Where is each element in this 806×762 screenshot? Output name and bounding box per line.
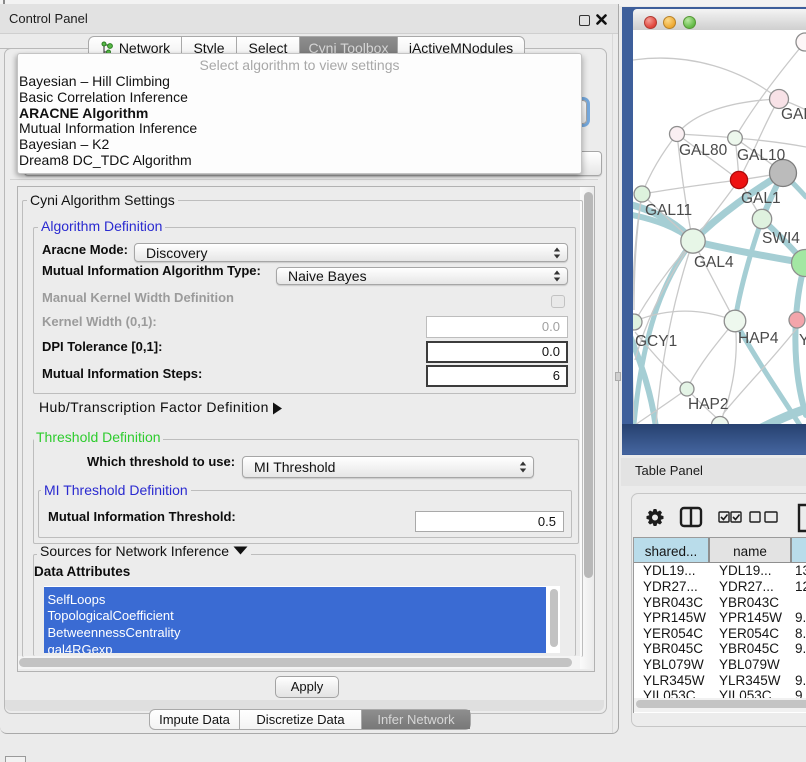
svg-text:Y: Y [799,332,806,349]
svg-text:GCY1: GCY1 [635,333,677,350]
svg-text:HAP4: HAP4 [738,330,779,347]
svg-text:GAL7: GAL7 [781,106,806,123]
svg-text:GAL80: GAL80 [679,142,728,159]
svg-text:GAL11: GAL11 [645,202,692,219]
svg-text:HAP2: HAP2 [688,396,729,413]
svg-text:GAL1: GAL1 [741,190,781,207]
svg-text:SWI4: SWI4 [762,230,800,247]
svg-text:GAL10: GAL10 [737,147,786,164]
svg-text:GAL4: GAL4 [694,254,734,271]
